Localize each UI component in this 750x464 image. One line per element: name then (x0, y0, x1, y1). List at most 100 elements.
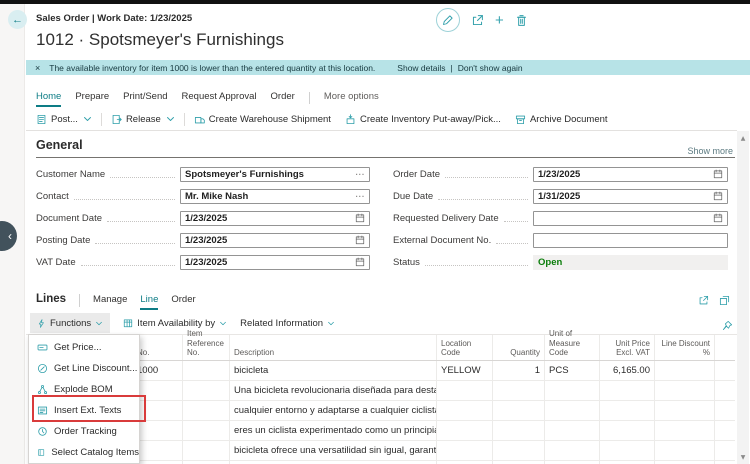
column-header-unit-of-measure-code[interactable]: Unit of Measure Code (545, 329, 600, 360)
posting-date-input[interactable]: 1/23/2025 (180, 232, 370, 248)
cell-unit-price[interactable] (600, 421, 655, 440)
cell-quantity[interactable] (493, 441, 545, 460)
menu-item-order-tracking[interactable]: Order Tracking (29, 421, 139, 442)
cell-no[interactable] (133, 401, 183, 420)
back-button[interactable]: ← (8, 10, 27, 29)
table-row[interactable]: cualquier entorno y adaptarse a cualquie… (133, 401, 735, 421)
cell-description[interactable]: cualquier entorno y adaptarse a cualquie… (230, 401, 437, 420)
column-header-location-code[interactable]: Location Code (437, 335, 493, 360)
customer-name-input[interactable]: Spotsmeyer's Furnishings ··· (180, 166, 370, 182)
cell-location-code[interactable] (437, 381, 493, 400)
cell-description[interactable]: bicicleta ofrece una versatilidad sin ig… (230, 441, 437, 460)
column-header-unit-price-excl-vat[interactable]: Unit Price Excl. VAT (600, 335, 655, 360)
edit-button[interactable] (436, 8, 460, 32)
contact-input[interactable]: Mr. Mike Nash ··· (180, 188, 370, 204)
cell-description[interactable]: bicicleta (230, 361, 437, 380)
show-details-link[interactable]: Show details (397, 63, 445, 73)
cell-quantity[interactable] (493, 401, 545, 420)
cell-line-discount[interactable] (655, 421, 715, 440)
tab-print-send[interactable]: Print/Send (123, 91, 167, 105)
cell-item-reference-no[interactable] (183, 421, 230, 440)
delete-button[interactable] (515, 14, 528, 27)
lines-tab-order[interactable]: Order (171, 294, 195, 308)
cell-description[interactable]: eres un ciclista experimentado como un p… (230, 421, 437, 440)
lines-popout-button[interactable] (719, 295, 730, 306)
calendar-icon[interactable] (355, 213, 365, 223)
lines-share-button[interactable] (698, 295, 709, 306)
cell-item-reference-no[interactable] (183, 361, 230, 380)
cell-location-code[interactable] (437, 401, 493, 420)
cell-description[interactable]: Una bicicleta revolucionaria diseñada pa… (230, 381, 437, 400)
cell-item-reference-no[interactable] (183, 381, 230, 400)
cell-unit-of-measure[interactable] (545, 421, 600, 440)
calendar-icon[interactable] (713, 169, 723, 179)
cell-item-reference-no[interactable] (183, 401, 230, 420)
cell-location-code[interactable] (437, 421, 493, 440)
create-warehouse-shipment-button[interactable]: Create Warehouse Shipment (194, 114, 331, 125)
show-more-link[interactable]: Show more (687, 146, 733, 156)
calendar-icon[interactable] (355, 257, 365, 267)
column-header-item-reference-no[interactable]: Item Reference No. (183, 329, 230, 360)
column-header-no[interactable]: No. (133, 335, 183, 360)
cell-unit-price[interactable] (600, 441, 655, 460)
cell-unit-of-measure[interactable] (545, 441, 600, 460)
cell-quantity[interactable] (493, 381, 545, 400)
document-date-input[interactable]: 1/23/2025 (180, 210, 370, 226)
cell-unit-of-measure[interactable]: PCS (545, 361, 600, 380)
column-header-quantity[interactable]: Quantity (493, 335, 545, 360)
cell-location-code[interactable]: YELLOW (437, 361, 493, 380)
release-button[interactable]: Release (111, 114, 161, 125)
cell-item-reference-no[interactable] (183, 441, 230, 460)
menu-item-get-line-discount[interactable]: Get Line Discount... (29, 358, 139, 379)
cell-unit-of-measure[interactable] (545, 381, 600, 400)
menu-item-get-price[interactable]: Get Price... (29, 337, 139, 358)
cell-no[interactable] (133, 421, 183, 440)
external-document-no-input[interactable] (533, 232, 728, 248)
tab-request-approval[interactable]: Request Approval (182, 91, 257, 105)
scroll-up-icon[interactable]: ▲ (737, 132, 749, 144)
table-row[interactable]: 1000 bicicleta YELLOW 1 PCS 6,165.00 (133, 361, 735, 381)
lines-tab-line[interactable]: Line (140, 294, 159, 310)
lookup-icon[interactable]: ··· (356, 170, 366, 179)
vertical-scrollbar[interactable]: ▲ ▼ (737, 131, 749, 464)
tab-prepare[interactable]: Prepare (75, 91, 109, 105)
menu-item-select-catalog-items[interactable]: Select Catalog Items (29, 442, 139, 463)
post-dropdown-chevron[interactable] (83, 116, 92, 122)
more-options[interactable]: More options (324, 91, 379, 102)
order-date-input[interactable]: 1/23/2025 (533, 166, 728, 182)
dont-show-again-link[interactable]: Don't show again (458, 63, 523, 73)
calendar-icon[interactable] (713, 213, 723, 223)
cell-no[interactable] (133, 441, 183, 460)
new-record-button[interactable]: + (495, 13, 504, 28)
table-row[interactable]: bicicleta ofrece una versatilidad sin ig… (133, 441, 735, 461)
calendar-icon[interactable] (713, 191, 723, 201)
functions-menu-button[interactable]: Functions (30, 313, 111, 333)
close-icon[interactable]: × (35, 63, 40, 73)
due-date-input[interactable]: 1/31/2025 (533, 188, 728, 204)
cell-location-code[interactable] (437, 441, 493, 460)
cell-line-discount[interactable] (655, 381, 715, 400)
post-button[interactable]: Post... (36, 114, 78, 125)
cell-line-discount[interactable] (655, 441, 715, 460)
tab-home[interactable]: Home (36, 91, 62, 107)
scroll-down-icon[interactable]: ▼ (737, 451, 749, 463)
share-button[interactable] (471, 14, 484, 27)
vat-date-input[interactable]: 1/23/2025 (180, 254, 370, 270)
cell-unit-of-measure[interactable] (545, 401, 600, 420)
cell-line-discount[interactable] (655, 361, 715, 380)
tab-order[interactable]: Order (271, 91, 295, 105)
cell-unit-price[interactable] (600, 381, 655, 400)
requested-delivery-date-input[interactable] (533, 210, 728, 226)
menu-item-insert-ext-texts[interactable]: Insert Ext. Texts (29, 400, 139, 421)
menu-item-explode-bom[interactable]: Explode BOM (29, 379, 139, 400)
cell-quantity[interactable]: 1 (493, 361, 545, 380)
column-header-line-discount[interactable]: Line Discount % (655, 335, 715, 360)
item-availability-button[interactable]: Item Availability by (123, 318, 227, 329)
cell-no[interactable] (133, 381, 183, 400)
table-row[interactable]: eres un ciclista experimentado como un p… (133, 421, 735, 441)
calendar-icon[interactable] (355, 235, 365, 245)
cell-unit-price[interactable]: 6,165.00 (600, 361, 655, 380)
cell-unit-price[interactable] (600, 401, 655, 420)
lines-tab-manage[interactable]: Manage (93, 294, 127, 308)
cell-no[interactable]: 1000 (133, 361, 183, 380)
